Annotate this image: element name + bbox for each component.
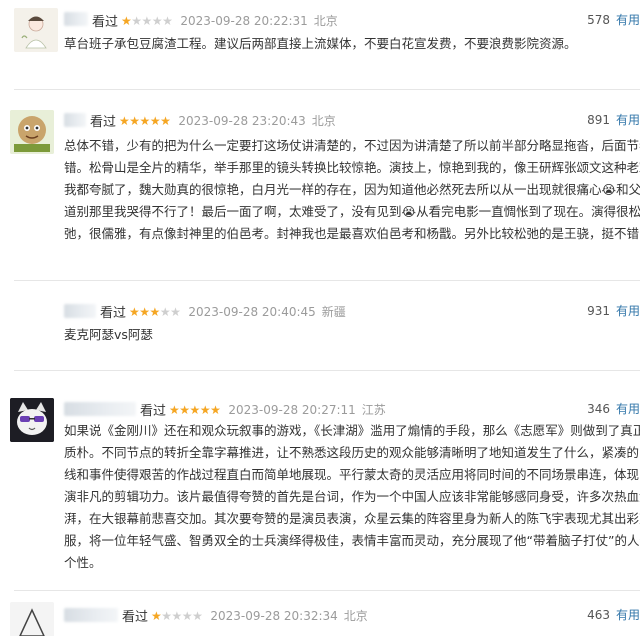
watch-status: 看过 [100, 306, 127, 321]
avatar[interactable] [14, 8, 58, 52]
vote-count: 891 [587, 112, 610, 127]
review-time: 2023-09-28 20:22:31 [180, 13, 308, 28]
star-filled-icon: ★ [169, 402, 180, 417]
useful-button[interactable]: 有用 [616, 111, 640, 128]
avatar-illustration-icon [14, 8, 58, 52]
watch-status: 看过 [92, 15, 119, 30]
star-filled-icon: ★ [129, 113, 140, 128]
username-redacted[interactable] [64, 12, 88, 26]
avatar[interactable] [10, 602, 54, 636]
star-rating: ★ ★ ★ ★ ★ [151, 608, 203, 623]
star-empty-icon: ★ [192, 608, 203, 623]
review-time: 2023-09-28 20:27:11 [228, 402, 356, 417]
divider [14, 370, 640, 371]
review-location: 北京 [313, 14, 338, 28]
vote-area: 931 有用 [587, 302, 640, 319]
avatar[interactable] [10, 398, 54, 442]
star-empty-icon: ★ [141, 13, 153, 28]
username-redacted[interactable] [64, 608, 118, 622]
star-filled-icon: ★ [179, 402, 190, 417]
star-filled-icon: ★ [151, 608, 162, 623]
star-filled-icon: ★ [149, 113, 161, 128]
star-filled-icon: ★ [160, 113, 171, 128]
review-item: 看过 ★ ★ ★ ★ ★ 2023-09-28 20:27:11 江苏 346 有用 如… [0, 390, 640, 590]
star-rating: ★ ★ ★ ★ ★ [119, 113, 171, 128]
star-empty-icon: ★ [151, 13, 163, 28]
vote-count: 578 [587, 12, 610, 27]
star-filled-icon: ★ [139, 304, 150, 319]
review-item: 看过 ★ ★ ★ ★ ★ 2023-09-28 20:22:31 北京 578 有用 草… [0, 0, 640, 86]
review-item: 看过 ★ ★ ★ ★ ★ 2023-09-28 20:32:34 北京 463 有用 [0, 598, 640, 636]
divider [14, 280, 640, 281]
review-time: 2023-09-28 20:32:34 [210, 608, 338, 623]
review-meta: 看过 ★ ★ ★ ★ ★ 2023-09-28 23:20:43 北京 [90, 111, 336, 131]
star-filled-icon: ★ [139, 113, 151, 128]
review-item: 看过 ★ ★ ★ ★ ★ 2023-09-28 20:40:45 新疆 931 有用 麦… [0, 292, 640, 358]
star-empty-icon: ★ [162, 13, 173, 28]
watch-status: 看过 [90, 115, 117, 130]
review-item: 看过 ★ ★ ★ ★ ★ 2023-09-28 23:20:43 北京 891 有用 总… [0, 100, 640, 282]
username-redacted[interactable] [64, 113, 86, 127]
vote-area: 463 有用 [587, 606, 640, 623]
review-meta: 看过 ★ ★ ★ ★ ★ 2023-09-28 20:32:34 北京 [122, 606, 368, 626]
review-text: 草台班子承包豆腐渣工程。建议后两部直接上流媒体，不要白花宣发费，不要浪费影院资源… [64, 36, 577, 51]
star-empty-icon: ★ [170, 304, 181, 319]
useful-button[interactable]: 有用 [616, 302, 640, 319]
review-text: 如果说《金刚川》还在和观众玩叙事的游戏，《长津湖》滥用了煽情的手段，那么《志愿军… [64, 423, 640, 570]
review-location: 北京 [343, 609, 368, 623]
review-meta: 看过 ★ ★ ★ ★ ★ 2023-09-28 20:40:45 新疆 [100, 302, 346, 322]
star-filled-icon: ★ [119, 113, 130, 128]
useful-button[interactable]: 有用 [616, 606, 640, 623]
useful-button[interactable]: 有用 [616, 400, 640, 417]
star-rating: ★ ★ ★ ★ ★ [129, 304, 181, 319]
vote-count: 346 [587, 401, 610, 416]
star-empty-icon: ★ [161, 608, 172, 623]
username-redacted[interactable] [64, 402, 136, 416]
star-empty-icon: ★ [159, 304, 171, 319]
username-redacted[interactable] [64, 304, 96, 318]
star-empty-icon: ★ [131, 13, 142, 28]
watch-status: 看过 [140, 404, 167, 419]
divider [14, 89, 640, 90]
watch-status: 看过 [122, 610, 149, 625]
review-time: 2023-09-28 20:40:45 [188, 304, 316, 319]
star-empty-icon: ★ [171, 608, 183, 623]
vote-area: 346 有用 [587, 400, 640, 417]
review-location: 江苏 [361, 403, 386, 417]
divider [14, 590, 640, 591]
avatar[interactable] [10, 110, 54, 154]
star-filled-icon: ★ [210, 402, 221, 417]
vote-area: 578 有用 [587, 11, 640, 28]
review-location: 新疆 [321, 305, 346, 319]
useful-button[interactable]: 有用 [616, 11, 640, 28]
star-filled-icon: ★ [129, 304, 140, 319]
vote-area: 891 有用 [587, 111, 640, 128]
star-rating: ★ ★ ★ ★ ★ [169, 402, 221, 417]
star-filled-icon: ★ [199, 402, 211, 417]
star-filled-icon: ★ [189, 402, 201, 417]
star-filled-icon: ★ [121, 13, 132, 28]
vote-count: 931 [587, 303, 610, 318]
avatar-cartoon-icon [10, 110, 54, 154]
review-location: 北京 [311, 114, 336, 128]
avatar-default-icon [10, 602, 54, 636]
avatar-cat-icon [10, 398, 54, 442]
review-meta: 看过 ★ ★ ★ ★ ★ 2023-09-28 20:27:11 江苏 [140, 400, 386, 420]
review-text: 麦克阿瑟vs阿瑟 [64, 327, 153, 342]
review-text: 总体不错，少有的把为什么一定要打这场仗讲清楚的，不过因为讲清楚了所以前半部分略显… [64, 138, 640, 241]
review-time: 2023-09-28 23:20:43 [178, 113, 306, 128]
star-rating: ★ ★ ★ ★ ★ [121, 13, 173, 28]
star-empty-icon: ★ [181, 608, 193, 623]
review-meta: 看过 ★ ★ ★ ★ ★ 2023-09-28 20:22:31 北京 [92, 11, 338, 31]
vote-count: 463 [587, 607, 610, 622]
star-filled-icon: ★ [149, 304, 161, 319]
